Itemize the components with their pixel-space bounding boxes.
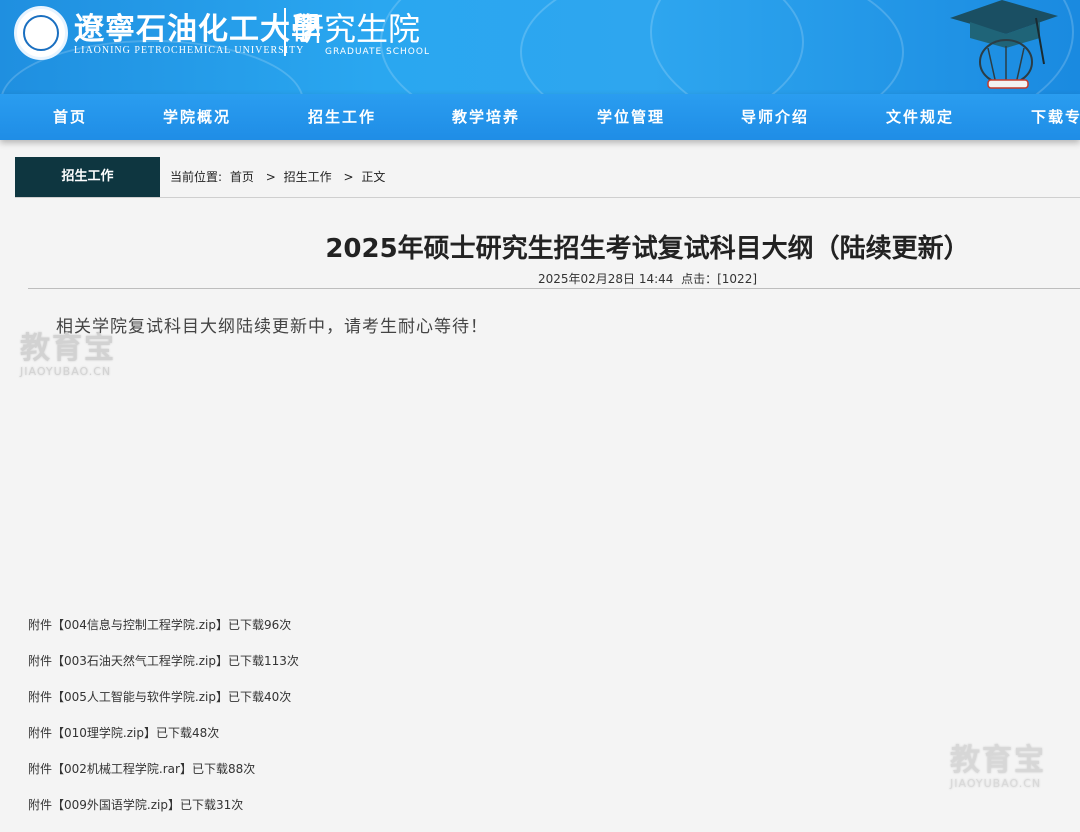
article-title: 2025年硕士研究生招生考试复试科目大纲（陆续更新） xyxy=(325,234,970,264)
nav-item-supervisors[interactable]: 导师介绍 xyxy=(741,94,809,140)
breadcrumb-bar: 招生工作 当前位置: 首页 > 招生工作 > 正文 xyxy=(15,157,1080,198)
header-banner: 遼寧石油化工大學 LIAONING PETROCHEMICAL UNIVERSI… xyxy=(0,0,1080,94)
graduation-cap-icon xyxy=(950,0,1058,89)
article-meta: 2025年02月28日 14:44 点击：[1022] xyxy=(0,270,1080,287)
nav-item-admissions[interactable]: 招生工作 xyxy=(308,94,376,140)
section-tab[interactable]: 招生工作 xyxy=(15,157,160,197)
attachment-link[interactable]: 附件【009外国语学院.zip】已下载31次 xyxy=(28,796,299,832)
attachment-link[interactable]: 附件【010理学院.zip】已下载48次 xyxy=(28,724,299,760)
watermark-cn: 教育宝 xyxy=(20,331,116,366)
attachment-link[interactable]: 附件【004信息与控制工程学院.zip】已下载96次 xyxy=(28,616,299,652)
title-divider xyxy=(28,288,1080,289)
university-name-en: LIAONING PETROCHEMICAL UNIVERSITY xyxy=(74,45,305,56)
watermark: 教育宝 JIAOYUBAO.CN xyxy=(20,331,116,379)
watermark-cn: 教育宝 xyxy=(950,743,1046,778)
nav-item-home[interactable]: 首页 xyxy=(53,94,87,140)
attachment-list: 附件【004信息与控制工程学院.zip】已下载96次 附件【003石油天然气工程… xyxy=(28,616,299,832)
article-date: 2025年02月28日 14:44 xyxy=(537,272,674,286)
breadcrumb-separator: > xyxy=(265,170,276,184)
clicks-count: [1022] xyxy=(717,272,758,286)
nav-item-about[interactable]: 学院概况 xyxy=(163,94,231,140)
school-name-cn: 研究生院 xyxy=(292,10,421,48)
nav-item-downloads[interactable]: 下载专 xyxy=(1031,94,1080,140)
breadcrumb-current: 正文 xyxy=(361,170,386,184)
attachment-link[interactable]: 附件【002机械工程学院.rar】已下载88次 xyxy=(28,760,299,796)
main-nav: 首页 学院概况 招生工作 教学培养 学位管理 导师介绍 文件规定 下载专 xyxy=(0,94,1080,140)
breadcrumb-home[interactable]: 首页 xyxy=(230,170,254,184)
university-seal-icon[interactable] xyxy=(14,6,68,60)
breadcrumb-admissions[interactable]: 招生工作 xyxy=(284,170,332,184)
logo-divider xyxy=(284,8,286,56)
watermark-en: JIAOYUBAO.CN xyxy=(950,777,1042,790)
attachment-link[interactable]: 附件【003石油天然气工程学院.zip】已下载113次 xyxy=(28,652,299,688)
clicks-label: 点击： xyxy=(681,272,718,286)
watermark-en: JIAOYUBAO.CN xyxy=(20,365,112,378)
attachment-link[interactable]: 附件【005人工智能与软件学院.zip】已下载40次 xyxy=(28,688,299,724)
watermark: 教育宝 JIAOYUBAO.CN xyxy=(950,743,1046,791)
article-body: 相关学院复试科目大纲陆续更新中，请考生耐心等待！ xyxy=(56,317,488,337)
breadcrumb: 当前位置: 首页 > 招生工作 > 正文 xyxy=(170,157,389,197)
breadcrumb-prefix: 当前位置: xyxy=(170,170,223,184)
nav-item-degree[interactable]: 学位管理 xyxy=(597,94,665,140)
nav-item-teaching[interactable]: 教学培养 xyxy=(452,94,520,140)
school-name-en: GRADUATE SCHOOL xyxy=(325,47,430,57)
breadcrumb-separator: > xyxy=(343,170,354,184)
nav-item-regulations[interactable]: 文件规定 xyxy=(886,94,954,140)
